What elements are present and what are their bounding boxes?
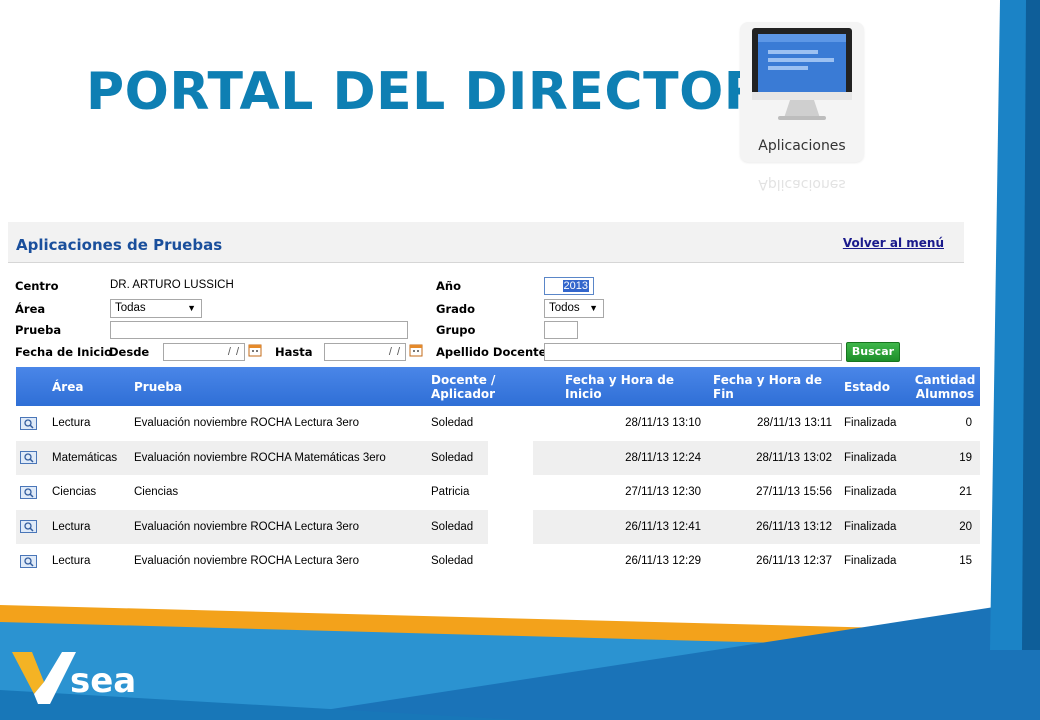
cell-cantidad: 20	[910, 509, 980, 544]
cell-cantidad: 19	[910, 440, 980, 475]
buscar-button[interactable]: Buscar	[846, 342, 900, 362]
fecha-inicio-label: Fecha de Inicio	[15, 345, 113, 359]
cell-cantidad: 15	[910, 544, 980, 579]
grupo-input[interactable]	[544, 321, 578, 339]
sea-logo-text: sea	[70, 661, 136, 701]
grupo-label: Grupo	[436, 323, 476, 337]
view-details-icon[interactable]	[20, 554, 37, 568]
prueba-label: Prueba	[15, 323, 62, 337]
cell-area: Lectura	[48, 544, 130, 579]
app-screenshot-panel: Aplicaciones de Pruebas Volver al menú C…	[8, 222, 980, 582]
cell-estado: Finalizada	[840, 406, 910, 441]
header-inicio[interactable]: Fecha y Hora de Inicio	[561, 367, 709, 406]
cell-prueba: Evaluación noviembre ROCHA Lectura 3ero	[130, 509, 427, 544]
calendar-icon[interactable]	[248, 343, 262, 357]
table-header-row: Área Prueba Docente / Aplicador Fecha y …	[16, 367, 980, 406]
cell-prueba: Evaluación noviembre ROCHA Lectura 3ero	[130, 544, 427, 579]
area-label: Área	[15, 302, 46, 316]
header-area[interactable]: Área	[48, 367, 130, 406]
aplicaciones-label: Aplicaciones	[758, 138, 846, 154]
view-details-icon[interactable]	[20, 451, 37, 465]
desde-label: Desde	[109, 345, 150, 359]
centro-value: DR. ARTURO LUSSICH	[110, 279, 234, 291]
aplicaciones-reflection: Aplicaciones	[758, 176, 846, 192]
anio-label: Año	[436, 279, 461, 293]
grado-selected-value: Todos	[549, 302, 580, 314]
area-select[interactable]: Todas ▼	[110, 299, 202, 318]
aplicaciones-tile[interactable]: Aplicaciones	[740, 22, 864, 162]
grado-select[interactable]: Todos ▼	[544, 299, 604, 318]
cell-area: Matemáticas	[48, 440, 130, 475]
desde-date-input[interactable]: / /	[163, 343, 245, 361]
header-prueba[interactable]: Prueba	[130, 367, 427, 406]
header-divider	[8, 262, 964, 263]
sea-logo: sea	[12, 652, 136, 704]
cell-area: Lectura	[48, 406, 130, 441]
cell-fin: 26/11/13 13:12	[709, 509, 840, 544]
chevron-down-icon: ▼	[589, 303, 598, 313]
centro-label: Centro	[15, 279, 59, 293]
cell-inicio: 26/11/13 12:29	[561, 544, 709, 579]
header-icon-column	[16, 367, 48, 406]
cell-cantidad: 21	[910, 475, 980, 510]
apellido-docente-label: Apellido Docente	[436, 345, 547, 359]
cell-estado: Finalizada	[840, 475, 910, 510]
panel-header: Aplicaciones de Pruebas Volver al menú	[8, 222, 964, 262]
chevron-down-icon: ▼	[187, 303, 196, 313]
redaction-block	[488, 415, 533, 565]
panel-title: Aplicaciones de Pruebas	[16, 236, 223, 254]
view-details-icon[interactable]	[20, 485, 37, 499]
cell-prueba: Evaluación noviembre ROCHA Matemáticas 3…	[130, 440, 427, 475]
calendar-icon[interactable]	[409, 343, 423, 357]
cell-estado: Finalizada	[840, 544, 910, 579]
cell-cantidad: 0	[910, 406, 980, 441]
view-details-icon[interactable]	[20, 416, 37, 430]
cell-area: Lectura	[48, 509, 130, 544]
header-docente[interactable]: Docente / Aplicador	[427, 367, 561, 406]
header-fin[interactable]: Fecha y Hora de Fin	[709, 367, 840, 406]
anio-value: 2013	[562, 280, 589, 292]
hasta-label: Hasta	[275, 345, 313, 359]
back-to-menu-link[interactable]: Volver al menú	[843, 236, 944, 250]
cell-fin: 26/11/13 12:37	[709, 544, 840, 579]
cell-inicio: 26/11/13 12:41	[561, 509, 709, 544]
cell-estado: Finalizada	[840, 440, 910, 475]
cell-inicio: 27/11/13 12:30	[561, 475, 709, 510]
cell-area: Ciencias	[48, 475, 130, 510]
hasta-date-input[interactable]: / /	[324, 343, 406, 361]
cell-prueba: Ciencias	[130, 475, 427, 510]
monitor-icon	[752, 28, 852, 120]
apellido-docente-input[interactable]	[544, 343, 842, 361]
prueba-input[interactable]	[110, 321, 408, 339]
area-selected-value: Todas	[115, 302, 146, 314]
anio-input[interactable]: 2013	[544, 277, 594, 295]
cell-prueba: Evaluación noviembre ROCHA Lectura 3ero	[130, 406, 427, 441]
cell-inicio: 28/11/13 12:24	[561, 440, 709, 475]
grado-label: Grado	[436, 302, 476, 316]
view-details-icon[interactable]	[20, 520, 37, 534]
header-cantidad[interactable]: Cantidad Alumnos	[910, 367, 980, 406]
slide-title: PORTAL DEL DIRECTOR	[86, 62, 765, 122]
cell-fin: 28/11/13 13:02	[709, 440, 840, 475]
cell-estado: Finalizada	[840, 509, 910, 544]
cell-inicio: 28/11/13 13:10	[561, 406, 709, 441]
cell-fin: 27/11/13 15:56	[709, 475, 840, 510]
header-estado[interactable]: Estado	[840, 367, 910, 406]
cell-fin: 28/11/13 13:11	[709, 406, 840, 441]
